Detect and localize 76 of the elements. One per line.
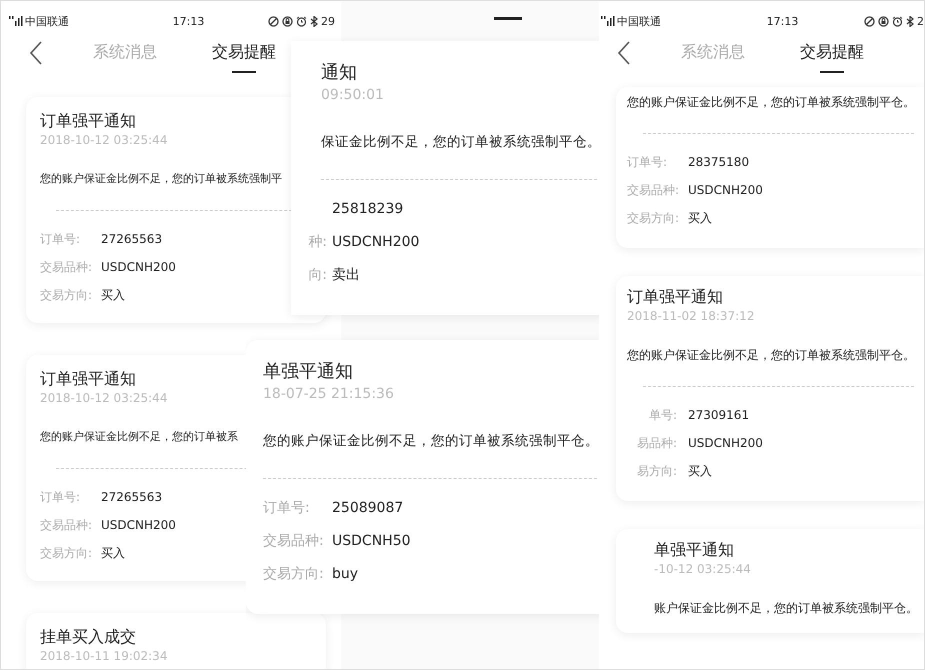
lock-icon bbox=[282, 16, 293, 26]
lock-icon bbox=[878, 16, 889, 26]
field-value: USDCNH200 bbox=[688, 183, 763, 197]
field-label: 向: bbox=[308, 266, 327, 282]
back-icon[interactable] bbox=[617, 41, 631, 65]
field-value: 28375180 bbox=[688, 155, 750, 169]
field-value: 买入 bbox=[688, 210, 712, 226]
field-label: 交易品种: bbox=[627, 182, 680, 196]
field-label: 交易品种: bbox=[40, 518, 92, 532]
alarm-icon bbox=[892, 16, 903, 26]
field-label: 交易方向: bbox=[40, 288, 92, 302]
field-value: USDCNH200 bbox=[101, 518, 176, 532]
card-time: 18-07-25 21:15:36 bbox=[263, 385, 394, 404]
battery-level: 2 bbox=[916, 14, 924, 28]
back-icon[interactable] bbox=[29, 41, 43, 65]
battery-level: 29 bbox=[320, 14, 335, 28]
signal-icon bbox=[601, 16, 615, 26]
carrier-name: 中国联通 bbox=[25, 14, 69, 28]
status-time: 17:13 bbox=[766, 14, 798, 28]
field-label: 订单号: bbox=[263, 500, 310, 516]
signal-icon bbox=[9, 16, 23, 26]
card-title: 挂单买入成交 bbox=[40, 626, 136, 648]
field-label: 订单号: bbox=[627, 154, 668, 168]
alarm-icon bbox=[296, 16, 307, 26]
carrier-name: 中国联通 bbox=[617, 14, 661, 28]
field-value: USDCNH200 bbox=[688, 436, 763, 450]
field-label: 交易方向: bbox=[40, 546, 92, 560]
field-value: USDCNH50 bbox=[332, 532, 411, 548]
tab[interactable]: 交易提醒 bbox=[800, 41, 864, 73]
field-value: 25089087 bbox=[332, 500, 404, 516]
card-title: 订单强平通知 bbox=[40, 110, 136, 132]
field-value: 买入 bbox=[101, 544, 125, 562]
bluetooth-icon bbox=[906, 16, 914, 26]
card-time: 2018-10-11 19:02:34 bbox=[40, 648, 168, 664]
card-message: 您的账户保证金比例不足，您的订单被系统强制平仓。 bbox=[263, 432, 599, 450]
field-value: 27265563 bbox=[101, 232, 162, 246]
card-time: 2018-10-12 03:25:44 bbox=[40, 390, 168, 406]
field-label: 交易品种: bbox=[263, 532, 324, 548]
card-message: 您的账户保证金比例不足，您的订单被系 bbox=[40, 429, 238, 445]
field-value: 25818239 bbox=[332, 200, 404, 216]
field-label: 交易方向: bbox=[263, 566, 324, 582]
field-value: USDCNH200 bbox=[332, 234, 420, 250]
card-message: 您的账户保证金比例不足，您的订单被系统强制平 bbox=[40, 171, 282, 187]
field-label: 订单号: bbox=[40, 232, 80, 246]
card-title: 订单强平通知 bbox=[627, 286, 723, 308]
field-value: 买入 bbox=[101, 286, 125, 304]
card-message: 您的账户保证金比例不足，您的订单被系统强制平仓。 bbox=[627, 347, 915, 364]
card-title: 单强平通知 bbox=[654, 539, 734, 561]
field-value: 买入 bbox=[688, 462, 712, 480]
card-title: 通知 bbox=[321, 61, 357, 85]
field-label: 易方向: bbox=[636, 464, 677, 478]
card-message: 保证金比例不足，您的订单被系统强制平仓。 bbox=[321, 133, 601, 151]
status-time: 17:13 bbox=[172, 14, 204, 28]
card-title: 单强平通知 bbox=[263, 360, 353, 384]
field-label: 订单号: bbox=[40, 490, 80, 504]
tab[interactable]: 交易提醒 bbox=[212, 41, 276, 73]
field-value: 27265563 bbox=[101, 490, 162, 504]
card-time: -10-12 03:25:44 bbox=[654, 561, 751, 577]
field-value: 27309161 bbox=[688, 408, 750, 422]
no-disturb-icon bbox=[864, 16, 875, 26]
card-message: 账户保证金比例不足，您的订单被系统强制平仓。 bbox=[654, 600, 918, 617]
bluetooth-icon bbox=[310, 16, 318, 26]
field-label: 单号: bbox=[648, 408, 677, 422]
card-time: 2018-11-02 18:37:12 bbox=[627, 308, 754, 324]
field-label: 交易方向: bbox=[627, 210, 680, 224]
field-label: 种: bbox=[308, 234, 327, 250]
field-value: USDCNH200 bbox=[101, 260, 176, 274]
field-value: 卖出 bbox=[332, 266, 360, 284]
field-label: 易品种: bbox=[636, 436, 677, 450]
card-time: 09:50:01 bbox=[321, 86, 384, 105]
card-message: 您的账户保证金比例不足，您的订单被系统强制平仓。 bbox=[627, 94, 915, 111]
card-time: 2018-10-12 03:25:44 bbox=[40, 132, 168, 148]
field-label: 交易品种: bbox=[40, 260, 92, 274]
card-title: 订单强平通知 bbox=[40, 368, 136, 390]
no-disturb-icon bbox=[268, 16, 279, 26]
field-value: buy bbox=[332, 566, 358, 582]
